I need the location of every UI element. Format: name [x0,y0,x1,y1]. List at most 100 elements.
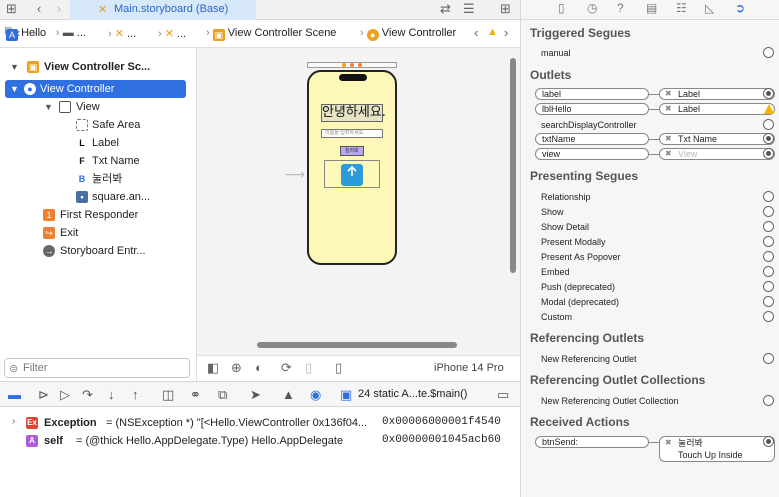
send-button[interactable]: 눌러봐 [340,146,364,156]
outline-item-scene[interactable]: ▼ ▣ View Controller Sc... [0,58,197,76]
connect-circle[interactable] [763,191,774,202]
connect-circle[interactable] [763,236,774,247]
swap-icon[interactable]: ⇄ [440,1,451,17]
back-icon[interactable]: ‹ [37,1,41,16]
connect-circle[interactable] [763,281,774,292]
issue-prev-icon[interactable]: ‹ [474,25,478,40]
hello-label[interactable]: 안녕하세요. [321,104,386,122]
connect-circle[interactable] [763,311,774,322]
attributes-inspector-icon[interactable]: ☷ [676,1,687,15]
step-out-icon[interactable]: ↑ [132,387,139,402]
warning-icon[interactable]: ▲ [487,26,498,38]
outlet-label-target[interactable]: ✖ Label [659,88,775,100]
connections-inspector-icon[interactable]: ➲ [735,1,745,15]
iphone-scene[interactable]: 안녕하세요. 이름을 입력하세요. 눌러봐 [307,70,397,265]
add-editor-icon[interactable]: ⊞ [500,1,511,17]
appearance-icon[interactable]: ◐ [255,360,263,375]
chevron-down-icon[interactable]: ▼ [44,98,53,116]
name-textfield[interactable]: 이름을 입력하세요. [321,129,383,138]
jump-controller[interactable]: › ● View Controller [360,27,456,41]
connect-circle[interactable] [763,221,774,232]
memory-graph-icon[interactable]: ⚭ [190,387,201,403]
identity-inspector-icon[interactable]: ▤ [646,1,657,15]
outline-item-label[interactable]: L Label [0,134,197,152]
help-inspector-icon[interactable]: ? [617,1,624,15]
outlet-txtname-target[interactable]: ✖ Txt Name [659,133,775,145]
connect-circle[interactable] [763,353,774,364]
disconnect-icon[interactable]: ✖ [665,437,672,449]
connected-circle[interactable] [763,436,774,447]
outlet-label[interactable]: label [535,88,649,100]
outlet-view[interactable]: view [535,148,649,160]
dock-responder-icon[interactable] [350,63,354,67]
size-inspector-icon[interactable]: ◺ [705,1,714,15]
outline-item-image[interactable]: ▪ square.an... [0,188,197,206]
forward-icon[interactable]: › [57,1,61,16]
connect-circle[interactable] [763,296,774,307]
outline-item-safe-area[interactable]: Safe Area [0,116,197,134]
editor-options-icon[interactable]: ☰ [463,1,475,17]
chevron-down-icon[interactable]: ▼ [10,58,19,76]
connected-circle[interactable] [763,133,774,144]
disconnect-icon[interactable]: ✖ [665,104,672,114]
device-icon[interactable]: ▯ [335,360,342,376]
thread-icon[interactable]: ◉ [310,387,321,403]
console-toggle-icon[interactable]: ▭ [497,387,509,403]
frame-icon[interactable]: ▣ [340,387,352,403]
outline-item-exit[interactable]: ↪ Exit [0,224,197,242]
jump-file-2[interactable]: › ✕ ... [158,27,186,40]
connected-circle[interactable] [763,148,774,159]
dock-controller-icon[interactable] [342,63,346,67]
variable-row[interactable]: › Ex Exception = (NSException *) "[<Hell… [0,415,520,431]
split-icon[interactable]: ▯ [305,360,312,376]
accessibility-icon[interactable]: ⊕ [231,360,242,376]
outlet-view-target[interactable]: ✖ View [659,148,775,160]
connected-circle[interactable] [763,88,774,99]
outline-item-view[interactable]: ▼ View [0,98,197,116]
file-inspector-icon[interactable]: ▯ [558,1,565,15]
action-btnsend[interactable]: btnSend: [535,436,649,448]
outlet-lblhello[interactable]: lblHello [535,103,649,115]
connect-circle[interactable] [763,47,774,58]
location-icon[interactable]: ➤ [250,387,261,403]
filter-input[interactable] [4,358,190,378]
storyboard-canvas[interactable]: ⟶ 안녕하세요. 이름을 입력하세요. 눌러봐 [197,48,520,355]
outline-item-txt-name[interactable]: F Txt Name [0,152,197,170]
device-name[interactable]: iPhone 14 Pro [434,362,504,374]
jump-project[interactable]: A Hello [6,27,46,41]
connect-circle[interactable] [763,206,774,217]
action-btnsend-target[interactable]: ✖ 눌러봐 Touch Up Inside [659,436,775,462]
step-into-icon[interactable]: ↓ [108,387,115,402]
issue-next-icon[interactable]: › [504,25,508,40]
jump-folder[interactable]: › ▬ ... [56,27,86,39]
jump-scene[interactable]: › ▣ View Controller Scene [206,27,336,41]
view-hierarchy-icon[interactable]: ◫ [162,387,174,403]
horizontal-scrollbar[interactable] [257,342,457,348]
outlet-txtname[interactable]: txtName [535,133,649,145]
variable-row[interactable]: A self = (@thick Hello.AppDelegate.Type)… [0,433,520,449]
hide-debug-icon[interactable]: ▬ [8,387,21,402]
vertical-scrollbar[interactable] [510,58,516,273]
jump-file[interactable]: › ✕ ... [108,27,136,40]
connect-circle[interactable] [763,251,774,262]
connect-circle[interactable] [763,119,774,130]
history-inspector-icon[interactable]: ◷ [587,1,597,15]
chevron-right-icon[interactable]: › [12,416,15,427]
outline-item-first-responder[interactable]: 1 First Responder [0,206,197,224]
stack-frame-label[interactable]: 24 static A...te.$main() [358,388,467,400]
app-target-icon[interactable]: ▲ [282,387,295,402]
tab-main-storyboard[interactable]: ✕ Main.storyboard (Base) [70,0,256,20]
dock-exit-icon[interactable] [358,63,362,67]
outline-item-button[interactable]: B 눌러봐 [0,170,197,188]
step-over-icon[interactable]: ↷ [82,387,93,403]
connect-circle[interactable] [763,266,774,277]
scene-dock[interactable] [307,62,397,68]
disconnect-icon[interactable]: ✖ [665,134,672,144]
grid-icon[interactable]: ⊞ [6,1,17,17]
continue-icon[interactable]: ▷ [60,387,70,403]
outline-item-view-controller[interactable]: ▼ ● View Controller [5,80,186,98]
disconnect-icon[interactable]: ✖ [665,149,672,159]
chevron-down-icon[interactable]: ▼ [10,80,19,98]
outline-item-storyboard-entry[interactable]: → Storyboard Entr... [0,242,197,260]
connect-circle[interactable] [763,395,774,406]
